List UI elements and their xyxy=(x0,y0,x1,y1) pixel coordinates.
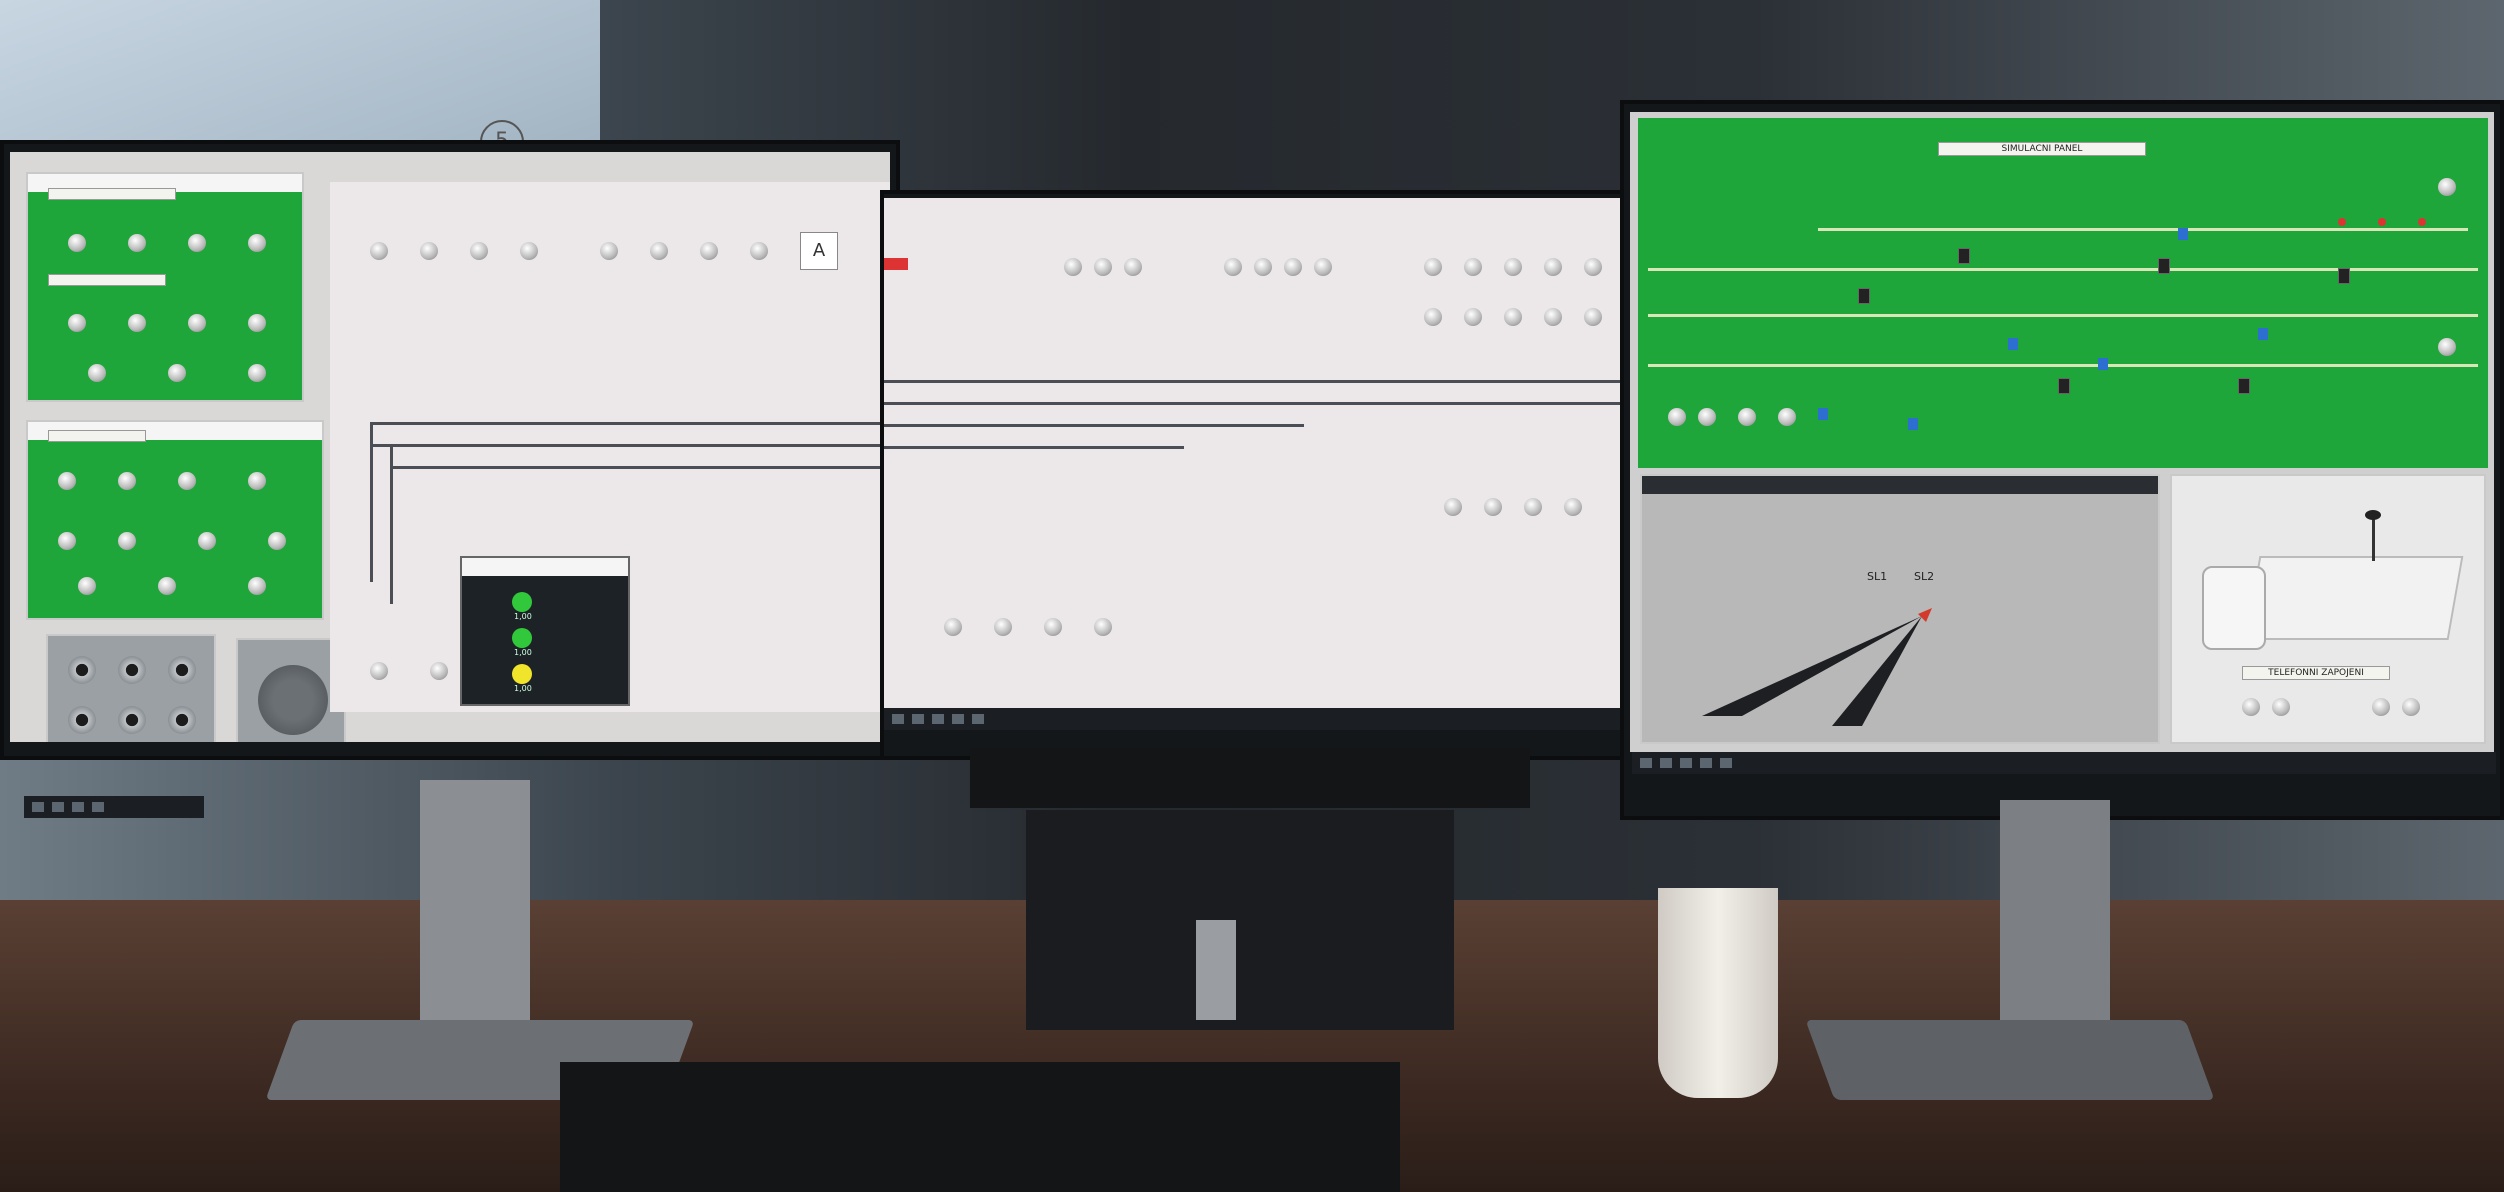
speed-popup[interactable]: 1,00 1,00 1,00 xyxy=(460,556,630,706)
socket-panel[interactable] xyxy=(46,634,216,742)
desktop-pc xyxy=(1026,810,1454,1030)
right-monitor-stand xyxy=(2000,800,2110,1040)
radar-beams xyxy=(1702,608,1932,726)
phone-window[interactable]: TELEFONNI ZAPOJENI xyxy=(2170,474,2486,744)
radar-window[interactable]: SL1 SL2 xyxy=(1640,474,2160,744)
popup-row: 1,00 xyxy=(472,622,622,658)
status-lamp-green xyxy=(512,628,532,648)
right-monitor-screen: SIMULACNI PANEL SL1 SL2 TELEFONNI ZAPOJE… xyxy=(1630,112,2494,752)
left-taskbar xyxy=(24,796,204,818)
green-panel-upper[interactable] xyxy=(26,172,304,402)
popup-row: 1,00 xyxy=(472,586,622,622)
right-taskbar xyxy=(1632,752,2496,774)
phone-label: TELEFONNI ZAPOJENI xyxy=(2242,666,2390,680)
center-monitor-screen xyxy=(884,198,1624,708)
left-monitor-stand xyxy=(420,780,530,1040)
simulation-panel[interactable]: SIMULACNI PANEL xyxy=(1638,118,2488,468)
popup-title xyxy=(462,558,628,576)
handset-icon xyxy=(258,665,328,735)
simulation-title: SIMULACNI PANEL xyxy=(1938,142,2146,156)
letter-indicator: A xyxy=(800,232,838,270)
status-lamp-yellow xyxy=(512,664,532,684)
center-taskbar xyxy=(884,708,1624,730)
right-monitor-base xyxy=(1805,1020,2215,1100)
popup-row: 1,00 xyxy=(472,658,622,694)
coffee-mug xyxy=(1658,888,1778,1098)
left-monitor-screen: A 1,00 1,00 1,00 xyxy=(10,152,890,742)
green-panel-lower[interactable] xyxy=(26,420,324,620)
soundbar xyxy=(970,748,1530,808)
status-lamp-green xyxy=(512,592,532,612)
keyboard xyxy=(560,1062,1400,1192)
telephone-icon xyxy=(2192,510,2472,656)
